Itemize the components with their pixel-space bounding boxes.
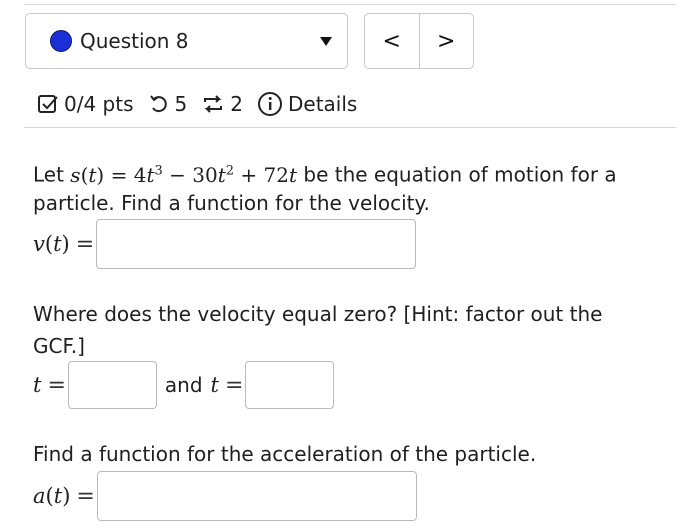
details-link[interactable]: Details (288, 92, 357, 116)
chevron-left-icon: < (382, 28, 401, 54)
t-label-1: t (33, 373, 42, 397)
acceleration-input[interactable] (96, 471, 417, 521)
and-text: and (164, 373, 203, 397)
question-label: Question 8 (80, 29, 189, 53)
section-divider (24, 127, 676, 128)
acceleration-label: a(t) (33, 484, 71, 508)
hint-line1: Where does the velocity equal zero? [Hin… (33, 302, 603, 326)
top-divider (24, 4, 676, 5)
zeros-row: t = and t = (33, 361, 335, 409)
attempts-count: 5 (174, 92, 188, 116)
problem-statement-line2: particle. Find a function for the veloci… (33, 191, 430, 215)
t-label-2: t (210, 373, 219, 397)
caret-down-icon[interactable] (320, 37, 332, 46)
question-meta: 0/4 pts 5 2 Details (37, 89, 357, 119)
chevron-right-icon: > (437, 28, 456, 54)
acceleration-prompt: Find a function for the acceleration of … (33, 442, 537, 466)
velocity-row: v(t) = (33, 219, 417, 269)
undo-icon (148, 93, 170, 115)
problem-statement-line1: Let s(t) = 4t3 − 30t2 + 72t be the equat… (33, 162, 617, 187)
question-nav: < > (364, 13, 474, 69)
points-text: 0/4 pts (64, 92, 134, 116)
repeat-icon (201, 93, 225, 115)
question-selector[interactable]: Question 8 (25, 13, 348, 69)
t2-input[interactable] (245, 361, 335, 409)
hint-line2: GCF.] (33, 334, 85, 358)
motion-equation: s(t) = 4t3 − 30t2 + 72t (70, 162, 298, 187)
acceleration-row: a(t) = (33, 471, 417, 521)
velocity-input[interactable] (96, 219, 417, 269)
velocity-label: v(t) (33, 232, 70, 256)
previous-question-button[interactable]: < (365, 14, 420, 68)
question-status-dot (50, 30, 72, 52)
submissions-count: 2 (230, 92, 243, 116)
t1-input[interactable] (67, 361, 157, 409)
info-icon[interactable] (257, 91, 283, 117)
next-question-button[interactable]: > (420, 14, 474, 68)
checkbox-icon (37, 93, 59, 115)
